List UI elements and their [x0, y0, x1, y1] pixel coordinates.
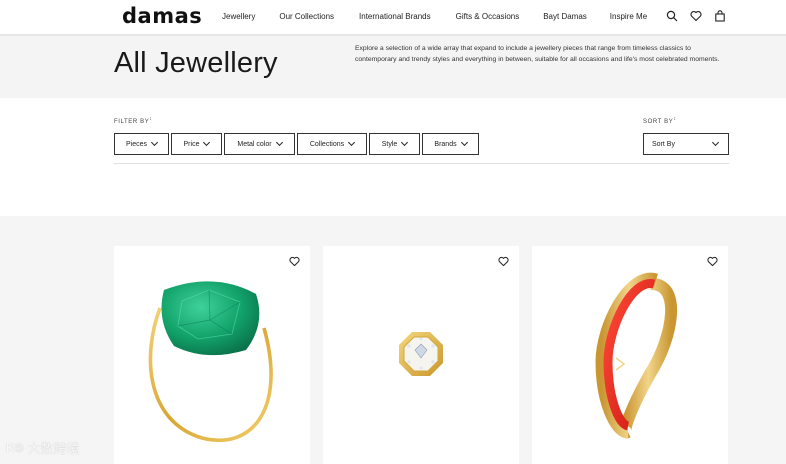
heart-icon[interactable]	[690, 10, 702, 22]
product-image-red-enamel-bangle[interactable]	[532, 246, 728, 464]
watermark-logo: K®	[6, 440, 24, 455]
filter-bar: FILTER BY↕ SORT BY↕ Pieces Price Metal c…	[0, 98, 786, 216]
filter-price-button[interactable]: Price	[171, 133, 222, 155]
main-nav: Jewellery Our Collections International …	[222, 12, 647, 21]
nav-item-jewellery[interactable]: Jewellery	[222, 12, 255, 21]
product-card-green-stone-ring[interactable]	[114, 246, 310, 464]
chevron-down-icon	[348, 138, 356, 147]
sort-value: Sort By	[652, 140, 675, 148]
wishlist-heart-icon[interactable]	[498, 256, 509, 267]
filter-pieces-label: Pieces	[125, 140, 147, 148]
chevron-down-icon	[711, 138, 720, 147]
filter-style-label: Style	[381, 140, 398, 148]
chevron-down-icon	[401, 138, 409, 147]
filter-metal-color-label: Metal color	[237, 140, 272, 148]
product-image-octagon-diamond-ring[interactable]	[323, 246, 519, 464]
product-card-red-enamel-bangle[interactable]	[532, 246, 728, 464]
nav-item-our-collections[interactable]: Our Collections	[279, 12, 334, 21]
filter-metal-color-button[interactable]: Metal color	[224, 133, 295, 155]
site-header: damas Jewellery Our Collections Internat…	[0, 0, 786, 36]
filter-by-marker: ↕	[149, 116, 153, 122]
filter-by-label: FILTER BY↕	[114, 116, 153, 125]
filter-price-label: Price	[183, 140, 200, 148]
chevron-down-icon	[203, 138, 211, 147]
sort-select[interactable]: Sort By	[643, 133, 729, 155]
chevron-down-icon	[460, 138, 468, 147]
nav-item-inspire-me[interactable]: Inspire Me	[610, 12, 647, 21]
sort-by-marker: ↕	[673, 116, 677, 122]
nav-item-international-brands[interactable]: International Brands	[359, 12, 431, 21]
product-card-octagon-diamond-ring[interactable]	[323, 246, 519, 464]
header-icons	[666, 10, 726, 22]
filter-style-button[interactable]: Style	[369, 133, 420, 155]
damas-logo[interactable]: damas	[122, 4, 202, 28]
bag-icon[interactable]	[714, 10, 726, 22]
nav-item-gifts-occasions[interactable]: Gifts & Occasions	[456, 12, 520, 21]
sort-by-label: SORT BY↕	[643, 116, 677, 125]
page-title: All Jewellery	[114, 47, 278, 79]
watermark-text: 大数跨境	[27, 441, 80, 456]
chevron-down-icon	[275, 138, 283, 147]
wishlist-heart-icon[interactable]	[289, 256, 300, 267]
filter-pieces-button[interactable]: Pieces	[114, 133, 169, 155]
chevron-down-icon	[150, 138, 159, 147]
wishlist-heart-icon[interactable]	[707, 256, 718, 267]
watermark: K® 大数跨境	[6, 438, 80, 457]
filter-collections-button[interactable]: Collections	[297, 133, 367, 155]
filter-divider	[114, 163, 729, 164]
filter-brands-label: Brands	[434, 140, 457, 148]
search-icon[interactable]	[666, 10, 678, 22]
filter-collections-label: Collections	[309, 140, 345, 148]
page-description: Explore a selection of a wide array that…	[355, 45, 720, 63]
page-hero: All Jewellery Explore a selection of a w…	[0, 36, 786, 98]
nav-item-bayt-damas[interactable]: Bayt Damas	[543, 12, 587, 21]
product-image-green-stone-ring[interactable]	[114, 246, 310, 464]
filter-brands-button[interactable]: Brands	[422, 133, 479, 155]
